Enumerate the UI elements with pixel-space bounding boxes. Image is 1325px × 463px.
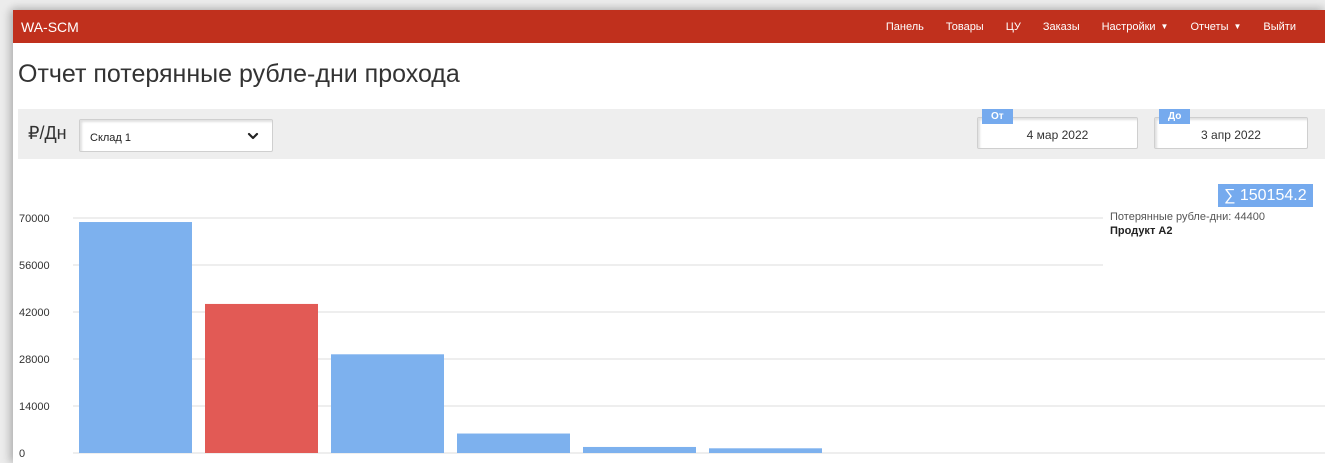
- y-tick-label: 42000: [19, 307, 50, 319]
- y-tick-label: 56000: [19, 260, 50, 272]
- y-tick-label: 70000: [19, 213, 50, 225]
- bar-highlighted[interactable]: [205, 303, 318, 453]
- tooltip-value: Потерянные рубле-дни: 44400: [1110, 211, 1265, 223]
- y-tick-label: 14000: [19, 401, 50, 413]
- y-tick-label: 28000: [19, 354, 50, 366]
- bar[interactable]: [331, 354, 444, 453]
- app-window: WA-SCM Панель Товары ЦУ Заказы Настройки…: [13, 10, 1325, 463]
- tooltip-product-name: Продукт A2: [1110, 225, 1173, 237]
- bar[interactable]: [457, 433, 570, 453]
- bar[interactable]: [79, 222, 192, 453]
- bar[interactable]: [583, 446, 696, 453]
- y-tick-label: 0: [19, 448, 25, 460]
- bar[interactable]: [709, 448, 822, 453]
